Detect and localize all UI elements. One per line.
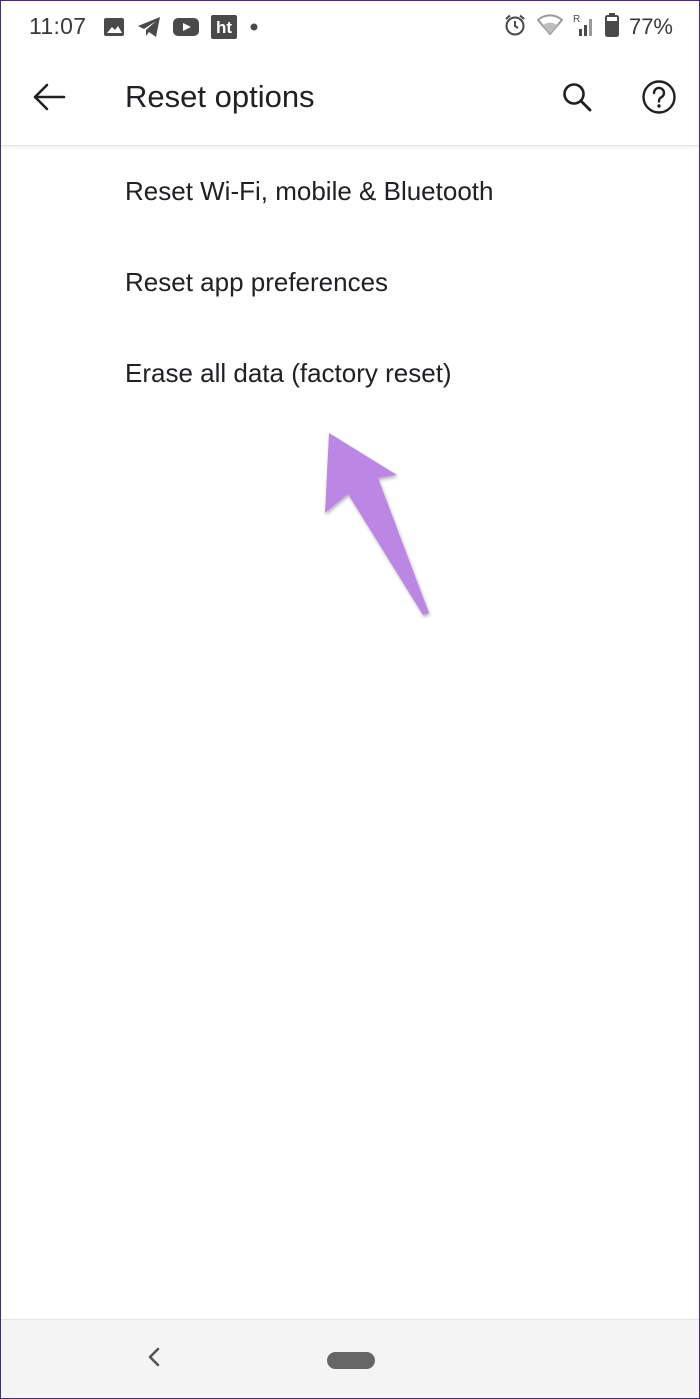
help-icon (641, 79, 677, 120)
notification-dot-icon (249, 22, 259, 32)
telegram-icon (137, 16, 161, 38)
navigation-bar (1, 1319, 699, 1398)
option-erase-all-data[interactable]: Erase all data (factory reset) (1, 328, 699, 419)
wifi-icon (536, 13, 564, 41)
ht-app-icon: ht (211, 15, 237, 39)
signal-roaming-icon: R (573, 13, 595, 42)
search-button[interactable] (551, 73, 603, 125)
nav-back-button[interactable] (137, 1342, 171, 1376)
annotation-arrow-icon (301, 421, 451, 631)
option-label: Erase all data (factory reset) (125, 358, 452, 388)
alarm-icon (503, 13, 527, 42)
back-button[interactable] (23, 73, 75, 125)
status-left-icons: ht (103, 14, 259, 40)
page-title: Reset options (125, 79, 315, 114)
nav-home-pill-icon[interactable] (327, 1352, 375, 1369)
gallery-icon (103, 17, 125, 37)
app-bar: Reset options (1, 53, 699, 146)
arrow-back-icon (32, 82, 66, 117)
battery-percent: 77% (628, 14, 673, 39)
ht-badge-text: ht (216, 18, 232, 37)
option-label: Reset app preferences (125, 267, 389, 297)
youtube-icon (173, 17, 199, 37)
nav-back-icon (146, 1346, 162, 1373)
option-label: Reset Wi-Fi, mobile & Bluetooth (125, 176, 494, 206)
status-time: 11:07 (29, 13, 87, 39)
screen: 11:07 ht R 77% Reset options Reset Wi-Fi… (0, 0, 700, 1399)
battery-icon (604, 12, 619, 42)
reset-options-list: Reset Wi-Fi, mobile & Bluetooth Reset ap… (1, 146, 699, 419)
search-icon (561, 81, 593, 118)
help-button[interactable] (633, 73, 685, 125)
option-reset-app-preferences[interactable]: Reset app preferences (1, 237, 699, 328)
status-right-icons: R 77% (503, 12, 673, 42)
status-bar: 11:07 ht R 77% (1, 1, 699, 53)
option-reset-network[interactable]: Reset Wi-Fi, mobile & Bluetooth (1, 146, 699, 237)
svg-text:R: R (573, 14, 580, 25)
